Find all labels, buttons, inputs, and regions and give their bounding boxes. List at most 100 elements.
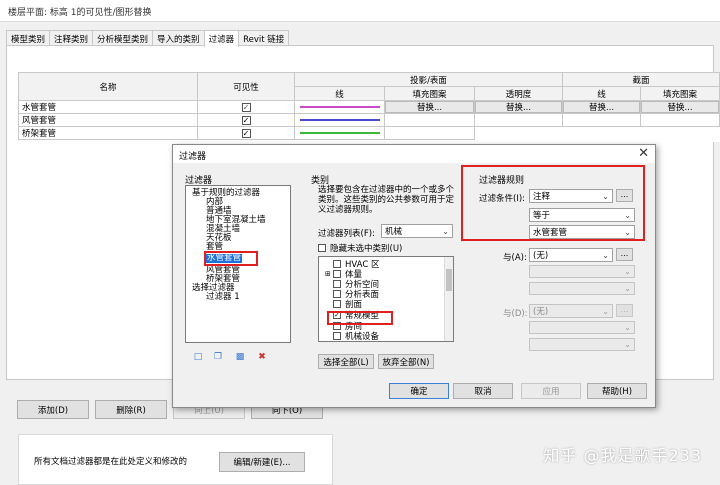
- row-section-line-cell[interactable]: [563, 114, 641, 127]
- and-condition-select[interactable]: (无) ⌄: [529, 248, 613, 262]
- row-transparency-cell[interactable]: [475, 114, 563, 127]
- category-item[interactable]: 标高: [325, 341, 362, 342]
- header-section-line: 线: [563, 87, 641, 101]
- chevron-down-icon: ⌄: [602, 191, 609, 201]
- tab-revit-links[interactable]: Revit 链接: [238, 30, 290, 46]
- deselect-all-button[interactable]: 放弃全部(N): [378, 354, 434, 369]
- visibility-checkbox[interactable]: ✓: [241, 115, 251, 125]
- row-section-line-cell[interactable]: 替换...: [563, 101, 641, 114]
- select-all-button[interactable]: 选择全部(L): [318, 354, 374, 369]
- row-name[interactable]: 桥架套管: [18, 127, 198, 140]
- categories-description: 选择要包含在过滤器中的一个或多个类别。这些类别的公共参数可用于定义过滤器规则。: [318, 185, 455, 215]
- row-fill-cell[interactable]: [385, 114, 475, 127]
- condition-select[interactable]: 注释 ⌄: [529, 189, 613, 203]
- tree-item[interactable]: 过滤器 1: [206, 293, 240, 302]
- categories-list[interactable]: HVAC 区 ⊞体量 分析空间 分析表面 剖面 ✓常规模型 房间 机械设备 标高: [318, 256, 454, 342]
- value-select[interactable]: 水管套管 ⌄: [529, 225, 635, 239]
- hide-unchecked-label: 隐藏未选中类别(U): [330, 244, 403, 254]
- and-operator-select[interactable]: ⌄: [529, 265, 635, 278]
- category-checkbox[interactable]: [333, 290, 341, 298]
- tab-imported-categories[interactable]: 导入的类别: [152, 30, 205, 46]
- and2-value-select[interactable]: ⌄: [529, 338, 635, 351]
- hide-unchecked-checkbox[interactable]: [318, 244, 326, 252]
- condition-more-button[interactable]: ...: [616, 189, 633, 202]
- condition-label: 过滤条件(I):: [479, 194, 526, 204]
- header-section-fill: 填充图案: [641, 87, 720, 101]
- and2-more-button[interactable]: ...: [616, 304, 633, 317]
- row-visibility[interactable]: ✓: [198, 114, 295, 127]
- row-line-swatch[interactable]: [295, 114, 385, 127]
- dialog-title: 过滤器: [173, 145, 655, 163]
- close-icon[interactable]: ✕: [638, 146, 649, 161]
- category-item[interactable]: 剖面: [325, 299, 362, 310]
- replace-button[interactable]: 替换...: [641, 101, 719, 113]
- header-fill-pattern: 填充图案: [385, 87, 475, 101]
- help-button[interactable]: 帮助(H): [587, 383, 647, 399]
- replace-button[interactable]: 替换...: [475, 101, 562, 113]
- category-checkbox[interactable]: [333, 270, 341, 278]
- replace-button[interactable]: 替换...: [385, 101, 474, 113]
- and2-condition-select[interactable]: (无) ⌄: [529, 304, 613, 318]
- row-fill-cell[interactable]: 替换...: [385, 101, 475, 114]
- category-label: 标高: [345, 340, 362, 341]
- expand-plus-icon[interactable]: ⊞: [325, 270, 333, 278]
- category-checkbox[interactable]: [333, 260, 341, 268]
- operator-select[interactable]: 等于 ⌄: [529, 208, 635, 222]
- row-visibility[interactable]: ✓: [198, 127, 295, 140]
- rename-icon[interactable]: ▩: [233, 351, 247, 364]
- category-checkbox[interactable]: [333, 332, 341, 340]
- copy-icon[interactable]: ❐: [211, 351, 225, 364]
- cancel-button[interactable]: 取消: [453, 383, 513, 399]
- and-more-button[interactable]: ...: [616, 248, 633, 261]
- visibility-checkbox[interactable]: ✓: [241, 102, 251, 112]
- chevron-down-icon: ⌄: [624, 340, 631, 349]
- chevron-down-icon: ⌄: [442, 226, 449, 236]
- value-text: 水管套管: [533, 228, 568, 238]
- filter-list-select[interactable]: 机械 ⌄: [381, 224, 453, 238]
- row-visibility[interactable]: ✓: [198, 101, 295, 114]
- chevron-down-icon: ⌄: [602, 250, 609, 260]
- and2-operator-select[interactable]: ⌄: [529, 321, 635, 334]
- row-line-swatch[interactable]: [295, 101, 385, 114]
- line-swatch: [299, 132, 380, 134]
- scrollbar[interactable]: [444, 257, 453, 341]
- tree-item[interactable]: 基于规则的过滤器: [192, 189, 260, 198]
- row-line-swatch[interactable]: [295, 127, 385, 140]
- row-section-fill-cell[interactable]: 替换...: [641, 101, 720, 114]
- replace-button[interactable]: 替换...: [563, 101, 640, 113]
- header-line: 线: [295, 87, 385, 101]
- add-button[interactable]: 添加(D): [17, 400, 89, 419]
- remove-button[interactable]: 删除(R): [95, 400, 167, 419]
- edit-new-button[interactable]: 编辑/新建(E)...: [219, 452, 305, 472]
- tab-annotation-categories[interactable]: 注释类别: [49, 30, 94, 46]
- line-swatch: [299, 119, 380, 121]
- row-transparency-cell[interactable]: 替换...: [475, 101, 563, 114]
- scrollbar-thumb[interactable]: [446, 269, 452, 291]
- hide-unchecked-row[interactable]: 隐藏未选中类别(U): [318, 242, 402, 254]
- ok-button[interactable]: 确定: [389, 383, 449, 399]
- delete-icon[interactable]: ✖: [255, 351, 269, 364]
- apply-button[interactable]: 应用: [521, 383, 581, 399]
- tab-filters[interactable]: 过滤器: [203, 30, 240, 47]
- and-label: 与(A):: [503, 253, 527, 263]
- header-section: 截面: [563, 72, 720, 87]
- chevron-down-icon: ⌄: [624, 323, 631, 332]
- header-name: 名称: [18, 72, 198, 101]
- row-name[interactable]: 水管套管: [18, 101, 198, 114]
- filter-list-label: 过滤器列表(F):: [318, 229, 375, 239]
- new-icon[interactable]: □: [191, 351, 205, 364]
- row-section-fill-cell[interactable]: [641, 114, 720, 127]
- and-value-select[interactable]: ⌄: [529, 282, 635, 295]
- category-checkbox[interactable]: [333, 300, 341, 308]
- row-fill-cell[interactable]: [385, 127, 475, 140]
- line-swatch: [299, 106, 380, 108]
- category-checkbox[interactable]: [333, 280, 341, 288]
- tab-model-categories[interactable]: 模型类别: [6, 30, 51, 46]
- visibility-checkbox[interactable]: ✓: [241, 128, 251, 138]
- row-name[interactable]: 风管套管: [18, 114, 198, 127]
- tab-analytical-categories[interactable]: 分析模型类别: [92, 30, 154, 46]
- header-visibility: 可见性: [198, 72, 295, 101]
- filters-dialog: 过滤器 ✕ 过滤器 基于规则的过滤器 内部 普通墙 地下室混凝土墙 混凝土墙 天…: [172, 144, 656, 408]
- highlight-box: [204, 251, 258, 266]
- header-transparency: 透明度: [475, 87, 563, 101]
